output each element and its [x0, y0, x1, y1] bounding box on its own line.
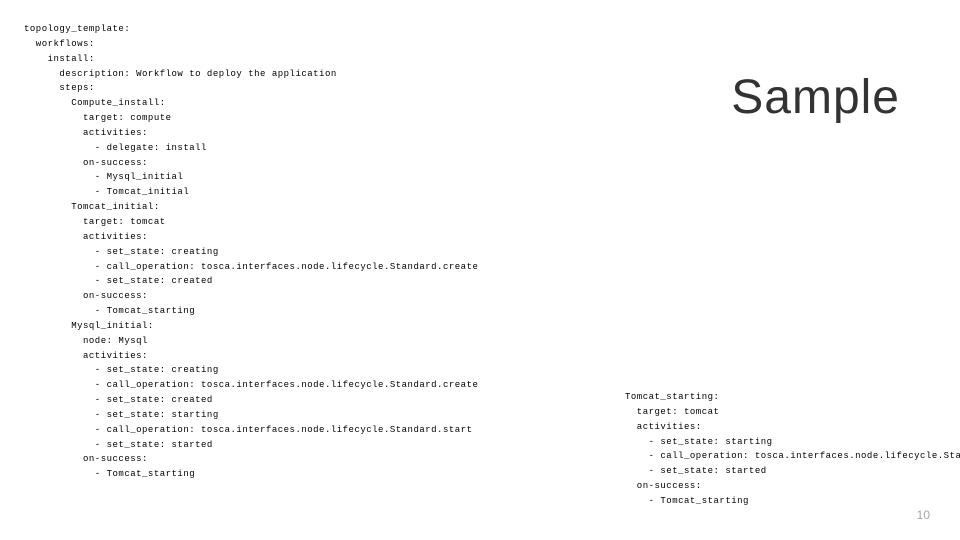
code-block-right: Tomcat_starting: target: tomcat activiti… — [625, 390, 960, 509]
slide-title: Sample — [731, 70, 900, 125]
slide: Sample topology_template: workflows: ins… — [0, 0, 960, 540]
page-number: 10 — [917, 508, 930, 522]
code-block-left: topology_template: workflows: install: d… — [24, 22, 478, 482]
